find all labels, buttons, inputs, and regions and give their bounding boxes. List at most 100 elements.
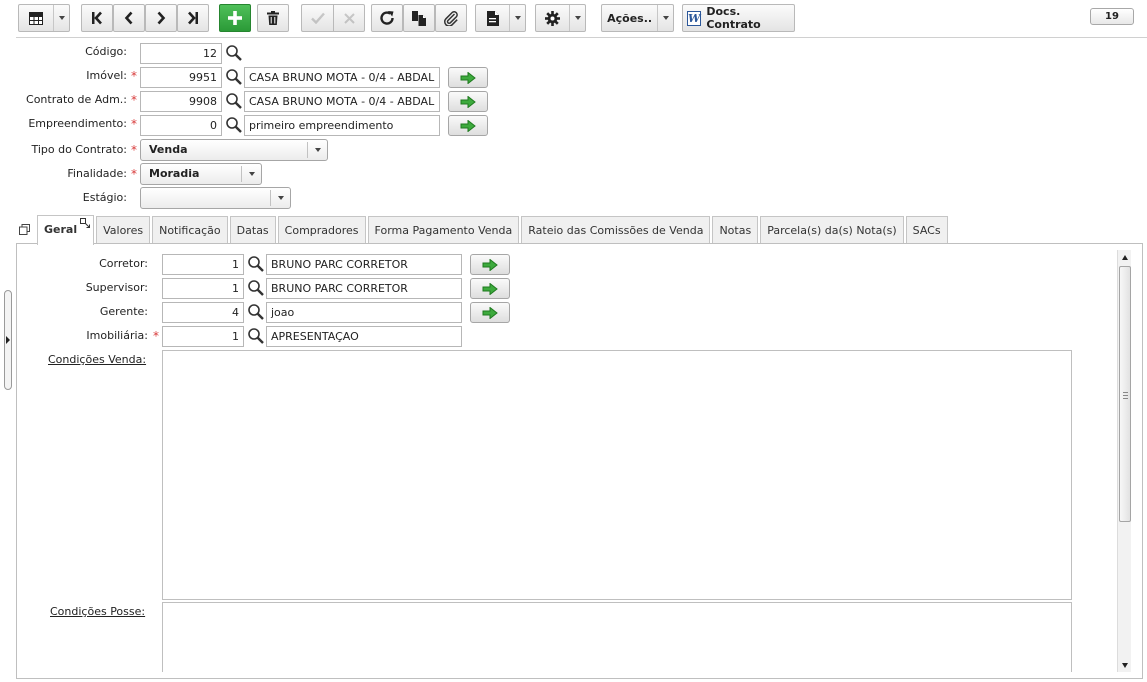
grid-view-dropdown[interactable] xyxy=(53,5,69,31)
condicoes-venda-textarea[interactable] xyxy=(162,350,1072,600)
gerente-description-field[interactable]: joao xyxy=(266,302,462,323)
side-panel-toggle[interactable] xyxy=(4,290,12,390)
previous-record-button[interactable] xyxy=(113,4,145,32)
empreendimento-code-field[interactable]: 0 xyxy=(140,115,222,136)
tab-rateio-comissoes[interactable]: Rateio das Comissões de Venda xyxy=(521,216,711,244)
arrow-right-icon xyxy=(482,258,498,271)
supervisor-code-field[interactable]: 1 xyxy=(162,278,244,299)
finalidade-value: Moradia xyxy=(149,167,200,180)
settings-button[interactable] xyxy=(535,4,586,32)
tipo-contrato-select[interactable]: Venda xyxy=(140,139,328,161)
search-icon[interactable] xyxy=(247,279,265,297)
empreendimento-label: Empreendimento: xyxy=(28,117,127,130)
tab-geral[interactable]: Geral xyxy=(37,215,95,245)
report-dropdown[interactable] xyxy=(509,5,525,31)
arrow-right-icon xyxy=(482,282,498,295)
docs-contrato-button[interactable]: W Docs. Contrato xyxy=(682,4,795,32)
word-icon: W xyxy=(687,10,702,26)
paperclip-icon xyxy=(444,11,458,26)
tab-sacs[interactable]: SACs xyxy=(905,216,948,244)
contrato-adm-description-field[interactable]: CASA BRUNO MOTA - 0/4 - ABDAL xyxy=(244,91,440,112)
chevron-up-icon xyxy=(1122,254,1128,260)
imovel-code-field[interactable]: 9951 xyxy=(140,67,222,88)
first-record-button[interactable] xyxy=(81,4,113,32)
gear-icon xyxy=(536,10,569,26)
tab-datas[interactable]: Datas xyxy=(229,216,276,244)
tab-notificacao[interactable]: Notificação xyxy=(152,216,228,244)
imobiliaria-code-field[interactable]: 1 xyxy=(162,326,244,347)
corretor-description-field[interactable]: BRUNO PARC CORRETOR xyxy=(266,254,462,275)
actions-menu-button[interactable]: Ações.. xyxy=(601,4,674,32)
search-icon[interactable] xyxy=(247,327,265,345)
required-marker: * xyxy=(131,167,137,181)
search-icon[interactable] xyxy=(225,92,243,110)
codigo-label: Código: xyxy=(85,45,127,58)
chevron-down-icon xyxy=(277,196,284,200)
imobiliaria-description-field[interactable]: APRESENTAÇAO xyxy=(266,326,462,347)
imovel-description-field[interactable]: CASA BRUNO MOTA - 0/4 - ABDAL xyxy=(244,67,440,88)
search-icon[interactable] xyxy=(247,255,265,273)
condicoes-posse-label[interactable]: Condições Posse: xyxy=(50,605,145,618)
scroll-thumb[interactable] xyxy=(1119,266,1131,522)
refresh-button[interactable] xyxy=(371,4,403,32)
copy-record-button[interactable] xyxy=(403,4,435,32)
finalidade-select[interactable]: Moradia xyxy=(140,163,262,185)
detach-icon[interactable] xyxy=(80,218,91,228)
actions-dropdown[interactable] xyxy=(657,5,673,31)
search-icon[interactable] xyxy=(247,303,265,321)
search-icon[interactable] xyxy=(225,44,243,62)
restore-window-icon[interactable] xyxy=(19,224,30,235)
tab-compradores[interactable]: Compradores xyxy=(277,216,366,244)
tab-forma-pagamento-venda[interactable]: Forma Pagamento Venda xyxy=(367,216,520,244)
gerente-label: Gerente: xyxy=(99,305,148,318)
last-record-button[interactable] xyxy=(177,4,209,32)
supervisor-description-field[interactable]: BRUNO PARC CORRETOR xyxy=(266,278,462,299)
contrato-adm-code-field[interactable]: 9908 xyxy=(140,91,222,112)
grip-icon xyxy=(1123,392,1128,399)
vertical-scrollbar[interactable] xyxy=(1117,250,1131,672)
previous-icon xyxy=(124,11,133,25)
contrato-adm-label: Contrato de Adm.: xyxy=(26,93,127,106)
contrato-adm-open-button[interactable] xyxy=(448,91,488,112)
empreendimento-open-button[interactable] xyxy=(448,115,488,136)
next-record-button[interactable] xyxy=(145,4,177,32)
imobiliaria-label: Imobiliária: xyxy=(86,329,148,342)
tab-valores[interactable]: Valores xyxy=(96,216,151,244)
cancel-button[interactable] xyxy=(333,4,365,32)
supervisor-open-button[interactable] xyxy=(470,278,510,299)
settings-dropdown[interactable] xyxy=(569,5,585,31)
chevron-down-icon xyxy=(514,16,521,20)
required-marker: * xyxy=(153,329,159,343)
attachment-button[interactable] xyxy=(435,4,467,32)
grid-view-button[interactable] xyxy=(18,4,70,32)
search-icon[interactable] xyxy=(225,116,243,134)
corretor-open-button[interactable] xyxy=(470,254,510,275)
tipo-contrato-label: Tipo do Contrato: xyxy=(31,143,127,156)
delete-record-button[interactable] xyxy=(257,4,289,32)
gerente-open-button[interactable] xyxy=(470,302,510,323)
condicoes-venda-label[interactable]: Condições Venda: xyxy=(48,353,146,366)
codigo-field[interactable]: 12 xyxy=(140,43,222,64)
tab-parcelas-notas[interactable]: Parcela(s) da(s) Nota(s) xyxy=(760,216,904,244)
tab-label: Geral xyxy=(44,223,78,236)
scroll-up-button[interactable] xyxy=(1118,250,1132,264)
add-record-button[interactable] xyxy=(219,4,251,32)
chevron-down-icon xyxy=(662,16,669,20)
first-icon xyxy=(92,11,102,25)
imovel-open-button[interactable] xyxy=(448,67,488,88)
condicoes-posse-textarea[interactable] xyxy=(162,602,1072,672)
gerente-code-field[interactable]: 4 xyxy=(162,302,244,323)
estagio-select[interactable] xyxy=(140,187,291,209)
search-icon[interactable] xyxy=(225,68,243,86)
empreendimento-description-field[interactable]: primeiro empreendimento xyxy=(244,115,440,136)
corretor-code-field[interactable]: 1 xyxy=(162,254,244,275)
imovel-label: Imóvel: xyxy=(86,69,127,82)
report-icon xyxy=(476,10,509,26)
confirm-button[interactable] xyxy=(301,4,333,32)
estagio-label: Estágio: xyxy=(82,191,127,204)
chevron-down-icon xyxy=(248,172,255,176)
report-button[interactable] xyxy=(475,4,526,32)
scroll-down-button[interactable] xyxy=(1118,658,1132,672)
next-icon xyxy=(157,11,166,25)
tab-notas[interactable]: Notas xyxy=(712,216,759,244)
